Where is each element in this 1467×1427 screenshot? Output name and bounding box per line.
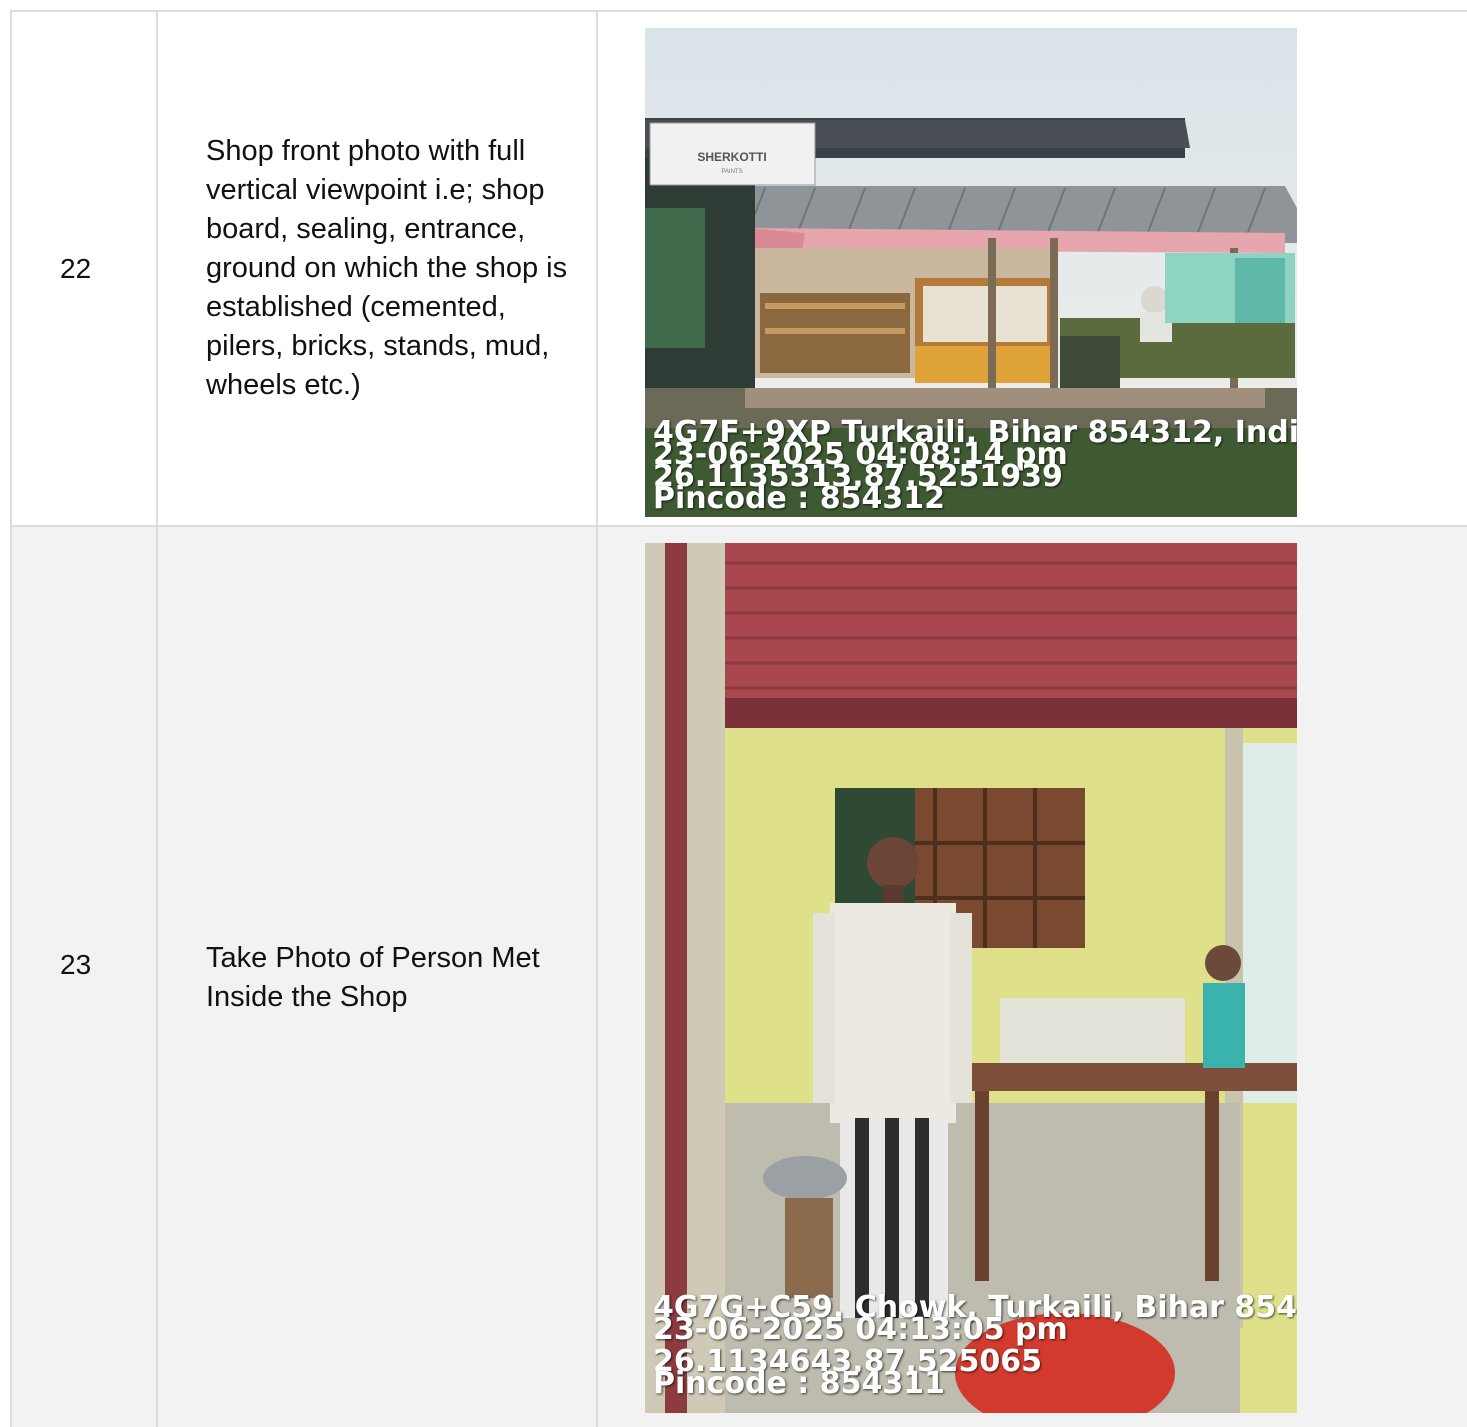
row-description: Shop front photo with full vertical view… bbox=[156, 12, 596, 525]
person-met-photo: 4G7G+C59, Chowk, Turkaili, Bihar 854311,… bbox=[645, 543, 1297, 1413]
row-number: 22 bbox=[10, 12, 156, 525]
table-row: 22 Shop front photo with full vertical v… bbox=[10, 12, 1467, 527]
row-number: 23 bbox=[10, 527, 156, 1427]
geotag-stamp: 4G7G+C59, Chowk, Turkaili, Bihar 854311,… bbox=[653, 1293, 1297, 1399]
row-description: Take Photo of Person Met Inside the Shop bbox=[156, 527, 596, 1427]
report-table: 22 Shop front photo with full vertical v… bbox=[10, 10, 1467, 1427]
geotag-stamp: 4G7F+9XP Turkaili, Bihar 854312, India .… bbox=[653, 418, 1297, 514]
sign-sub: PAINTS bbox=[721, 169, 742, 175]
shop-front-photo: SHERKOTTI PAINTS 4G7F+9XP Turkaili, Biha… bbox=[645, 28, 1297, 517]
table-row: 23 Take Photo of Person Met Inside the S… bbox=[10, 527, 1467, 1427]
sign-brand: SHERKOTTI bbox=[697, 150, 766, 164]
photo-cell: 4G7G+C59, Chowk, Turkaili, Bihar 854311,… bbox=[596, 527, 1467, 1427]
photo-cell: SHERKOTTI PAINTS 4G7F+9XP Turkaili, Biha… bbox=[596, 12, 1467, 525]
person-met-image bbox=[645, 543, 1297, 1413]
